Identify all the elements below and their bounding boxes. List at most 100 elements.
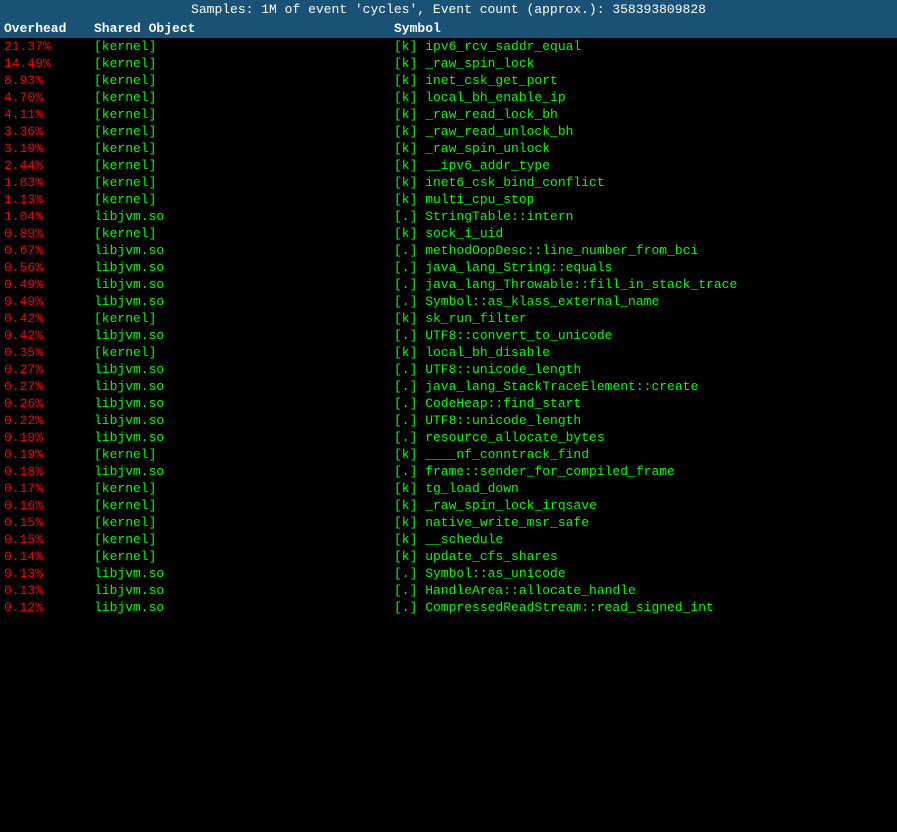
shared-object-value: [kernel] [94, 515, 394, 530]
symbol-value: [k] _raw_read_lock_bh [394, 107, 893, 122]
table-row: 0.56%libjvm.so[.] java_lang_String::equa… [0, 259, 897, 276]
overhead-value: 0.12% [4, 600, 94, 615]
table-row: 4.70%[kernel][k] local_bh_enable_ip [0, 89, 897, 106]
table-row: 14.49%[kernel][k] _raw_spin_lock [0, 55, 897, 72]
table-row: 0.27%libjvm.so[.] UTF8::unicode_length [0, 361, 897, 378]
table-row: 2.44%[kernel][k] __ipv6_addr_type [0, 157, 897, 174]
symbol-value: [.] methodOopDesc::line_number_from_bci [394, 243, 893, 258]
table-row: 0.67%libjvm.so[.] methodOopDesc::line_nu… [0, 242, 897, 259]
shared-object-value: [kernel] [94, 447, 394, 462]
table-row: 0.18%libjvm.so[.] frame::sender_for_comp… [0, 463, 897, 480]
overhead-value: 0.19% [4, 430, 94, 445]
table-row: 21.37%[kernel][k] ipv6_rcv_saddr_equal [0, 38, 897, 55]
symbol-value: [k] inet6_csk_bind_conflict [394, 175, 893, 190]
shared-object-value: libjvm.so [94, 583, 394, 598]
table-row: 1.13%[kernel][k] multi_cpu_stop [0, 191, 897, 208]
shared-object-value: [kernel] [94, 73, 394, 88]
shared-object-value: [kernel] [94, 141, 394, 156]
shared-object-value: libjvm.so [94, 413, 394, 428]
title-text: Samples: 1M of event 'cycles', Event cou… [191, 2, 706, 17]
symbol-value: [k] ipv6_rcv_saddr_equal [394, 39, 893, 54]
overhead-value: 0.27% [4, 362, 94, 377]
symbol-value: [.] UTF8::convert_to_unicode [394, 328, 893, 343]
shared-object-value: libjvm.so [94, 396, 394, 411]
symbol-value: [.] CompressedReadStream::read_signed_in… [394, 600, 893, 615]
overhead-value: 0.67% [4, 243, 94, 258]
table-row: 1.83%[kernel][k] inet6_csk_bind_conflict [0, 174, 897, 191]
header-shared: Shared Object [94, 21, 394, 36]
overhead-value: 4.70% [4, 90, 94, 105]
overhead-value: 0.49% [4, 294, 94, 309]
overhead-value: 2.44% [4, 158, 94, 173]
overhead-value: 0.18% [4, 464, 94, 479]
symbol-value: [.] java_lang_StackTraceElement::create [394, 379, 893, 394]
shared-object-value: [kernel] [94, 498, 394, 513]
table-row: 0.26%libjvm.so[.] CodeHeap::find_start [0, 395, 897, 412]
symbol-value: [.] StringTable::intern [394, 209, 893, 224]
symbol-value: [.] Symbol::as_klass_external_name [394, 294, 893, 309]
table-row: 0.19%libjvm.so[.] resource_allocate_byte… [0, 429, 897, 446]
symbol-value: [.] CodeHeap::find_start [394, 396, 893, 411]
table-row: 0.42%libjvm.so[.] UTF8::convert_to_unico… [0, 327, 897, 344]
table-row: 0.49%libjvm.so[.] Symbol::as_klass_exter… [0, 293, 897, 310]
table-row: 0.15%[kernel][k] __schedule [0, 531, 897, 548]
symbol-value: [k] __schedule [394, 532, 893, 547]
data-table: 21.37%[kernel][k] ipv6_rcv_saddr_equal14… [0, 38, 897, 616]
shared-object-value: libjvm.so [94, 464, 394, 479]
symbol-value: [k] _raw_spin_unlock [394, 141, 893, 156]
symbol-value: [k] _raw_spin_lock_irqsave [394, 498, 893, 513]
overhead-value: 0.42% [4, 311, 94, 326]
overhead-value: 0.49% [4, 277, 94, 292]
table-row: 0.22%libjvm.so[.] UTF8::unicode_length [0, 412, 897, 429]
overhead-value: 0.13% [4, 566, 94, 581]
symbol-value: [k] local_bh_enable_ip [394, 90, 893, 105]
header-symbol: Symbol [394, 21, 893, 36]
shared-object-value: [kernel] [94, 175, 394, 190]
overhead-value: 0.56% [4, 260, 94, 275]
symbol-value: [.] java_lang_Throwable::fill_in_stack_t… [394, 277, 893, 292]
overhead-value: 21.37% [4, 39, 94, 54]
table-row: 8.93%[kernel][k] inet_csk_get_port [0, 72, 897, 89]
table-row: 3.36%[kernel][k] _raw_read_unlock_bh [0, 123, 897, 140]
symbol-value: [k] sock_i_uid [394, 226, 893, 241]
symbol-value: [.] UTF8::unicode_length [394, 362, 893, 377]
table-row: 0.13%libjvm.so[.] Symbol::as_unicode [0, 565, 897, 582]
symbol-value: [.] UTF8::unicode_length [394, 413, 893, 428]
table-row: 0.13%libjvm.so[.] HandleArea::allocate_h… [0, 582, 897, 599]
shared-object-value: [kernel] [94, 192, 394, 207]
shared-object-value: [kernel] [94, 158, 394, 173]
shared-object-value: libjvm.so [94, 379, 394, 394]
overhead-value: 0.19% [4, 447, 94, 462]
table-row: 0.19%[kernel][k] ____nf_conntrack_find [0, 446, 897, 463]
overhead-value: 0.13% [4, 583, 94, 598]
symbol-value: [.] HandleArea::allocate_handle [394, 583, 893, 598]
symbol-value: [k] ____nf_conntrack_find [394, 447, 893, 462]
overhead-value: 0.35% [4, 345, 94, 360]
symbol-value: [k] update_cfs_shares [394, 549, 893, 564]
table-row: 1.04%libjvm.so[.] StringTable::intern [0, 208, 897, 225]
symbol-value: [k] sk_run_filter [394, 311, 893, 326]
shared-object-value: libjvm.so [94, 209, 394, 224]
shared-object-value: [kernel] [94, 311, 394, 326]
symbol-value: [.] resource_allocate_bytes [394, 430, 893, 445]
overhead-value: 0.15% [4, 532, 94, 547]
symbol-value: [.] java_lang_String::equals [394, 260, 893, 275]
overhead-value: 0.15% [4, 515, 94, 530]
symbol-value: [k] _raw_spin_lock [394, 56, 893, 71]
table-row: 0.42%[kernel][k] sk_run_filter [0, 310, 897, 327]
header-overhead: Overhead [4, 21, 94, 36]
shared-object-value: libjvm.so [94, 277, 394, 292]
shared-object-value: libjvm.so [94, 566, 394, 581]
symbol-value: [.] frame::sender_for_compiled_frame [394, 464, 893, 479]
shared-object-value: libjvm.so [94, 430, 394, 445]
table-row: 0.12%libjvm.so[.] CompressedReadStream::… [0, 599, 897, 616]
table-row: 0.27%libjvm.so[.] java_lang_StackTraceEl… [0, 378, 897, 395]
overhead-value: 3.36% [4, 124, 94, 139]
table-row: 3.19%[kernel][k] _raw_spin_unlock [0, 140, 897, 157]
overhead-value: 0.26% [4, 396, 94, 411]
shared-object-value: [kernel] [94, 226, 394, 241]
overhead-value: 0.42% [4, 328, 94, 343]
overhead-value: 0.16% [4, 498, 94, 513]
overhead-value: 0.17% [4, 481, 94, 496]
symbol-value: [k] multi_cpu_stop [394, 192, 893, 207]
